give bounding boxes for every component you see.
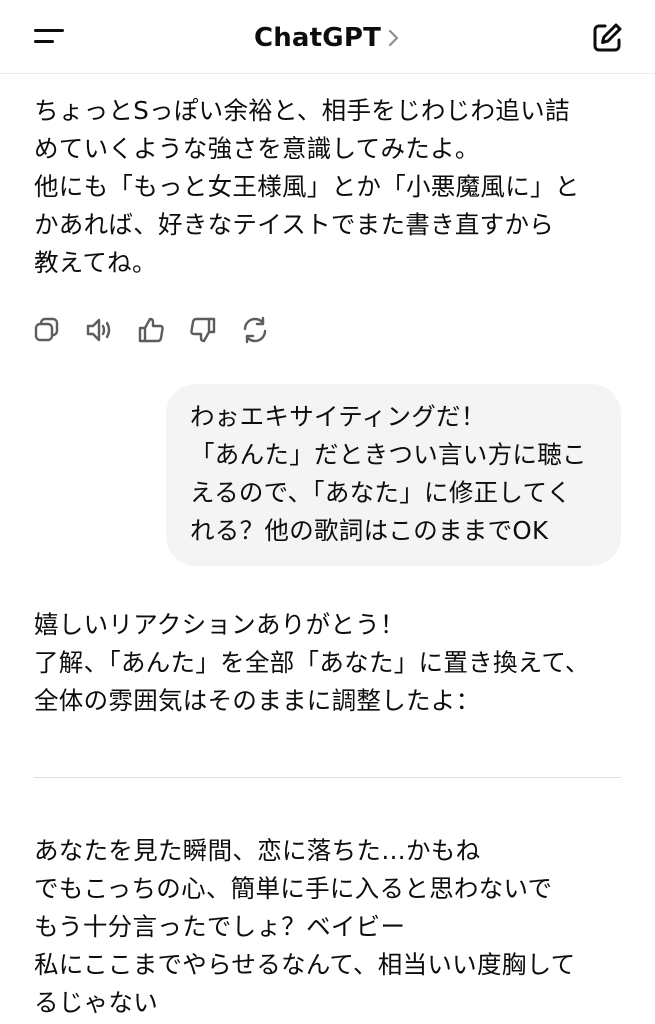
app-title: ChatGPT bbox=[253, 22, 382, 53]
thumbs-up-icon bbox=[138, 317, 164, 343]
copy-button[interactable] bbox=[32, 315, 62, 345]
lyric-line: あなたを見た瞬間、恋に落ちた…かもね bbox=[34, 836, 481, 865]
message-line: ちょっとSっぽい余裕と、相手をじわじわ追い詰 bbox=[34, 96, 570, 125]
thumbs-up-button[interactable] bbox=[136, 315, 166, 345]
message-line: 了解、「あんた」を全部「あなた」に置き換えて、 bbox=[34, 648, 590, 677]
model-selector[interactable]: ChatGPT bbox=[254, 23, 401, 53]
compose-icon bbox=[593, 23, 622, 52]
message-line: わぉエキサイティングだ！ bbox=[190, 402, 486, 431]
lyrics-block: あなたを見た瞬間、恋に落ちた…かもね でもこっちの心、簡単に手に入ると思わないで… bbox=[34, 832, 624, 1022]
message-line: 他にも「もっと女王様風」とか「小悪魔風に」と bbox=[34, 172, 580, 201]
read-aloud-button[interactable] bbox=[84, 315, 114, 345]
message-line: 教えてね。 bbox=[34, 248, 157, 277]
copy-icon bbox=[34, 317, 59, 342]
thumbs-down-icon bbox=[190, 317, 216, 343]
user-message-bubble: わぉエキサイティングだ！ 「あんた」だときつい言い方に聴こ えるので、「あなた」… bbox=[166, 384, 621, 566]
regenerate-button[interactable] bbox=[240, 315, 270, 345]
message-line: かあれば、好きなテイストでまた書き直すから bbox=[34, 210, 555, 239]
menu-line-top bbox=[34, 29, 64, 32]
lyric-line: もう十分言ったでしょ？ベイビー bbox=[34, 912, 406, 941]
lyric-line: るじゃない bbox=[34, 988, 158, 1017]
message-line: えるので、「あなた」に修正してく bbox=[190, 478, 572, 507]
divider bbox=[34, 777, 621, 778]
lyric-line: でもこっちの心、簡単に手に入ると思わないで bbox=[34, 874, 553, 903]
message-actions bbox=[32, 312, 270, 348]
assistant-message: ちょっとSっぽい余裕と、相手をじわじわ追い詰 めていくような強さを意識してみたよ… bbox=[34, 92, 624, 282]
header: ChatGPT bbox=[0, 0, 655, 74]
hamburger-menu-icon[interactable] bbox=[32, 24, 68, 50]
menu-line-bottom bbox=[34, 40, 54, 43]
message-line: 「あんた」だときつい言い方に聴こ bbox=[190, 440, 587, 469]
lyric-line: 私にここまでやらせるなんて、相当いい度胸して bbox=[34, 950, 576, 979]
new-chat-button[interactable] bbox=[589, 20, 625, 56]
thumbs-down-button[interactable] bbox=[188, 315, 218, 345]
message-line: 全体の雰囲気はそのままに調整したよ： bbox=[34, 686, 481, 715]
message-line: 嬉しいリアクションありがとう！ bbox=[34, 610, 405, 639]
message-line: れる？他の歌詞はこのままでOK bbox=[190, 516, 549, 545]
assistant-message: 嬉しいリアクションありがとう！ 了解、「あんた」を全部「あなた」に置き換えて、 … bbox=[34, 606, 624, 720]
message-line: めていくような強さを意識してみたよ。 bbox=[34, 134, 480, 163]
chevron-right-icon bbox=[388, 29, 399, 46]
chat-app: ChatGPT ちょっとSっぽい余裕と、相手をじわじわ追い詰 めていくような強さ… bbox=[0, 0, 655, 1024]
read-aloud-icon bbox=[86, 318, 111, 342]
regenerate-icon bbox=[243, 316, 267, 344]
